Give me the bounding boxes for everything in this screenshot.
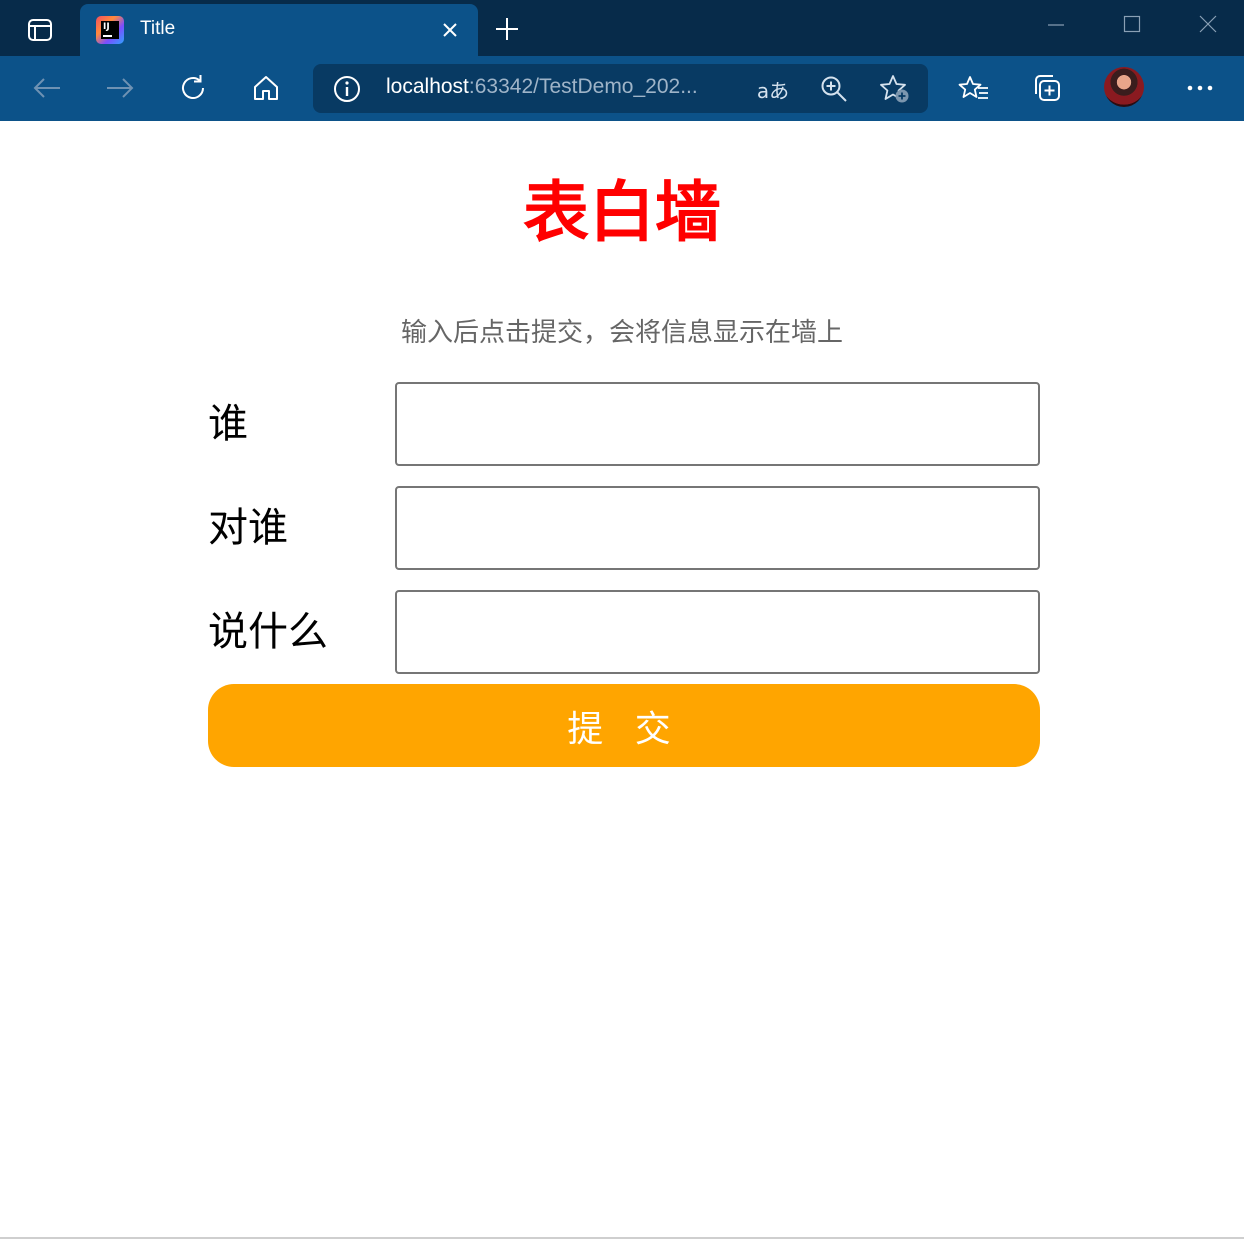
collections-button[interactable] xyxy=(1025,68,1069,108)
read-aloud-icon: aあ xyxy=(756,78,790,103)
favorites-button[interactable] xyxy=(952,68,996,108)
collections-icon xyxy=(1035,75,1060,101)
intellij-favicon-icon: IJ xyxy=(96,16,124,44)
message-input[interactable] xyxy=(395,590,1040,674)
favorites-icon xyxy=(958,76,988,99)
more-menu-button[interactable] xyxy=(1178,68,1222,108)
refresh-button[interactable] xyxy=(171,68,215,108)
tab-actions-button[interactable] xyxy=(14,14,66,46)
home-icon xyxy=(254,76,278,100)
to-whom-label: 对谁 xyxy=(208,505,288,551)
who-input[interactable] xyxy=(395,382,1040,466)
to-whom-input[interactable] xyxy=(395,486,1040,570)
address-url[interactable]: localhost:63342/TestDemo_202... xyxy=(386,75,698,99)
site-info-button[interactable] xyxy=(331,74,363,104)
arrow-right-icon xyxy=(107,78,134,98)
home-button[interactable] xyxy=(244,68,288,108)
maximize-icon xyxy=(1123,15,1141,33)
forward-button[interactable] xyxy=(98,68,142,108)
arrow-left-icon xyxy=(33,78,60,98)
address-path: :63342/TestDemo_202... xyxy=(468,75,698,98)
tab-close-button[interactable] xyxy=(436,16,464,44)
who-label: 谁 xyxy=(208,401,248,447)
new-tab-button[interactable] xyxy=(490,12,524,46)
minimize-button[interactable] xyxy=(1030,6,1082,42)
window-close-button[interactable] xyxy=(1182,6,1234,42)
close-icon xyxy=(443,23,457,37)
address-host: localhost xyxy=(386,75,469,98)
address-bar[interactable]: localhost:63342/TestDemo_202... aあ xyxy=(313,64,928,113)
instruction-text: 输入后点击提交，会将信息显示在墙上 xyxy=(400,318,843,348)
refresh-icon xyxy=(182,75,204,99)
submit-button[interactable]: 提 交 xyxy=(208,684,1040,767)
message-label: 说什么 xyxy=(208,609,328,655)
tab-actions-icon xyxy=(28,19,52,41)
profile-avatar[interactable] xyxy=(1104,67,1144,107)
zoom-button[interactable] xyxy=(816,72,852,106)
zoom-in-icon xyxy=(821,76,847,102)
minimize-icon xyxy=(1048,24,1064,26)
form-row-who: 谁 xyxy=(208,382,1040,466)
form-row-to-whom: 对谁 xyxy=(208,486,1040,570)
tab-title: Title xyxy=(140,18,176,39)
plus-icon xyxy=(496,18,518,40)
more-dots-icon xyxy=(1187,85,1213,91)
info-icon xyxy=(334,76,360,102)
close-icon xyxy=(1199,15,1217,33)
read-aloud-button[interactable]: aあ xyxy=(755,72,791,106)
tab-active[interactable]: IJ Title xyxy=(80,4,478,56)
star-add-icon xyxy=(880,75,909,103)
form-row-message: 说什么 xyxy=(208,590,1040,674)
browser-toolbar: localhost:63342/TestDemo_202... aあ xyxy=(0,56,1244,121)
browser-titlebar: IJ Title xyxy=(0,0,1244,56)
add-favorite-button[interactable] xyxy=(877,72,913,106)
page-content: 表白墙 输入后点击提交，会将信息显示在墙上 谁 对谁 说什么 提 交 xyxy=(0,121,1244,1238)
page-title: 表白墙 xyxy=(523,174,721,251)
maximize-button[interactable] xyxy=(1106,6,1158,42)
back-button[interactable] xyxy=(25,68,69,108)
